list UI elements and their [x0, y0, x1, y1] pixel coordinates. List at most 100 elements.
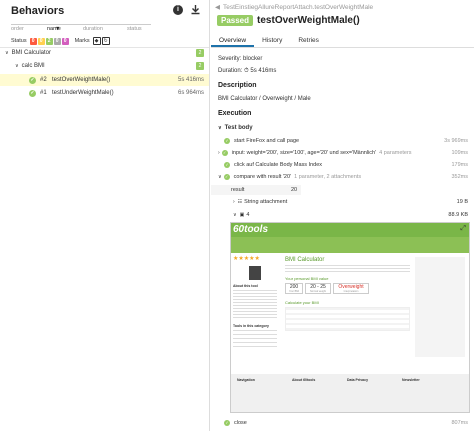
- site-footer: Navigation About 60tools Data Privacy Ne…: [231, 374, 469, 412]
- execution-heading: Execution: [218, 110, 252, 117]
- test-name: testOverWeightMale(): [52, 77, 111, 83]
- back-arrow-icon[interactable]: ◀: [215, 3, 220, 11]
- tools-heading: Tools in this category: [233, 324, 269, 328]
- status-badge: Passed: [217, 15, 254, 26]
- step-row[interactable]: ✓ click auf Calculate Body Mass Index 17…: [211, 160, 474, 170]
- step-text: click auf Calculate Body Mass Index: [234, 162, 323, 168]
- footer-col: Data Privacy: [347, 378, 369, 382]
- tool-icon: [249, 266, 261, 280]
- tree-group-bmi-calculator[interactable]: ∨ BMI Calculator 2: [0, 47, 209, 59]
- test-order: #1: [40, 90, 47, 96]
- retried-mark-icon[interactable]: ↻: [101, 37, 110, 45]
- group-label: BMI Calculator: [11, 50, 52, 56]
- test-body-toggle[interactable]: ∨ Test body: [218, 125, 253, 131]
- expand-icon[interactable]: ⤢: [460, 225, 466, 233]
- footer-col: Newsletter: [402, 378, 420, 382]
- file-icon: ☷: [237, 199, 243, 205]
- tree-test-row[interactable]: ✓ #1 testUnderWeightMale() 6s 964ms: [0, 87, 209, 99]
- result-box: 200 Your BMI: [285, 283, 303, 294]
- passed-icon: ✓: [223, 174, 230, 180]
- sort-duration[interactable]: duration: [83, 26, 127, 32]
- result-heading: Your personal BMI value: [285, 276, 329, 281]
- result-box: Overweight Interpretation: [333, 283, 369, 294]
- step-text: close: [234, 420, 247, 426]
- group-label: calc BMI: [21, 63, 45, 69]
- tree-title: Behaviors: [11, 5, 65, 17]
- tab-overview[interactable]: Overview: [211, 34, 255, 47]
- result-boxes: 200 Your BMI 20 - 25 Normal weight Overw…: [285, 283, 410, 294]
- status-label: Status: [11, 38, 27, 44]
- passed-icon: ✓: [224, 138, 230, 144]
- screenshot-attachment[interactable]: 60tools ⤢ ★★★★★ About this tool Tools in…: [230, 222, 470, 413]
- detail-tabs: Overview History Retries: [211, 34, 474, 48]
- info-icon[interactable]: i: [173, 5, 183, 15]
- sort-arrow-icon: ▼: [55, 26, 61, 32]
- about-heading: About this tool: [233, 284, 258, 288]
- calc-form: [285, 307, 410, 331]
- severity: Severity: blocker: [218, 56, 263, 62]
- status-broken-badge[interactable]: 0: [37, 37, 45, 45]
- tools-list: [233, 330, 277, 348]
- attachment-size: 88.9 KB: [448, 212, 468, 218]
- step-meta: 4 parameters: [379, 150, 412, 156]
- status-failed-badge[interactable]: 0: [29, 37, 37, 45]
- duration: Duration: ⏱ 5s 416ms: [218, 68, 277, 74]
- attachment-name: String attachment: [244, 199, 288, 205]
- step-row[interactable]: ✓ close 807ms: [211, 418, 474, 428]
- site-ad-panel: [415, 257, 465, 357]
- attachment-row[interactable]: › ☷ String attachment 19 B: [211, 197, 474, 207]
- site-header: 60tools ⤢: [231, 223, 469, 237]
- tab-retries[interactable]: Retries: [290, 34, 327, 47]
- passed-icon: ✓: [29, 89, 36, 97]
- status-passed-badge[interactable]: 2: [45, 37, 53, 45]
- image-icon: ▣: [239, 212, 245, 218]
- download-icon[interactable]: [190, 4, 201, 15]
- param-name: result: [231, 187, 245, 193]
- passed-icon: ✓: [224, 162, 230, 168]
- sort-status[interactable]: status: [127, 26, 142, 32]
- result-box: 20 - 25 Normal weight: [305, 283, 331, 294]
- tab-history[interactable]: History: [254, 34, 290, 47]
- footer-col: About 60tools: [292, 378, 316, 382]
- test-body-label: Test body: [224, 125, 253, 131]
- flaky-mark-icon[interactable]: ◆: [92, 37, 101, 45]
- test-order: #2: [40, 77, 47, 83]
- tree-test-row[interactable]: ✓ #2 testOverWeightMale() 5s 416ms: [0, 74, 209, 86]
- attachment-row[interactable]: ∨ ▣ 4 88.9 KB: [211, 210, 474, 220]
- status-skipped-badge[interactable]: 0: [53, 37, 61, 45]
- step-row[interactable]: › ✓ input: weight='200', size='100', age…: [211, 148, 474, 158]
- detail-breadcrumb: ◀ TestEinstiegAllureReportAttach.testOve…: [215, 3, 374, 12]
- breadcrumb-text: TestEinstiegAllureReportAttach.testOverW…: [223, 3, 374, 11]
- status-filter: Status 0 0 2 0 0 Marks ◆ ↻: [11, 37, 110, 45]
- test-title: testOverWeightMale(): [257, 15, 360, 26]
- site-sidebar: ★★★★★ About this tool Tools in this cate…: [233, 255, 277, 370]
- status-unknown-badge[interactable]: 0: [61, 37, 69, 45]
- group-count: 2: [196, 62, 204, 70]
- tree-panel: Behaviors i order name ▼ duration status…: [0, 0, 210, 431]
- passed-icon: ✓: [221, 150, 228, 156]
- sort-order[interactable]: order: [11, 26, 47, 32]
- test-duration: 6s 964ms: [177, 90, 204, 96]
- step-row[interactable]: ∨ ✓ compare with result '20' 1 parameter…: [211, 172, 474, 182]
- group-count: 2: [196, 49, 204, 57]
- sort-columns: order name ▼ duration status: [11, 26, 142, 32]
- step-text: compare with result '20': [233, 174, 292, 180]
- bmi-title: BMI Calculator: [285, 257, 325, 263]
- step-text: start FireFox and call page: [234, 138, 300, 144]
- test-name: testUnderWeightMale(): [52, 90, 114, 96]
- site-main: BMI Calculator Your personal BMI value 2…: [285, 257, 410, 372]
- step-text: input: weight='200', size='100', age='20…: [231, 150, 377, 156]
- test-duration: 5s 416ms: [177, 77, 204, 83]
- parameter-row: result 20: [211, 185, 301, 195]
- tree-group-calc-bmi[interactable]: ∨ calc BMI 2: [0, 60, 209, 72]
- step-duration: 807ms: [451, 420, 468, 426]
- step-duration: 179ms: [451, 162, 468, 168]
- description-text: BMI Calculator / Overweight / Male: [218, 96, 311, 102]
- chevron-down-icon: ∨: [5, 50, 9, 56]
- step-row[interactable]: ✓ start FireFox and call page 3s 969ms: [211, 136, 474, 146]
- chevron-down-icon: ∨: [15, 63, 19, 69]
- sort-name[interactable]: name: [47, 26, 61, 32]
- filter-input[interactable]: [11, 18, 151, 25]
- chevron-right-icon: ›: [233, 199, 235, 205]
- marks-label: Marks: [74, 38, 90, 44]
